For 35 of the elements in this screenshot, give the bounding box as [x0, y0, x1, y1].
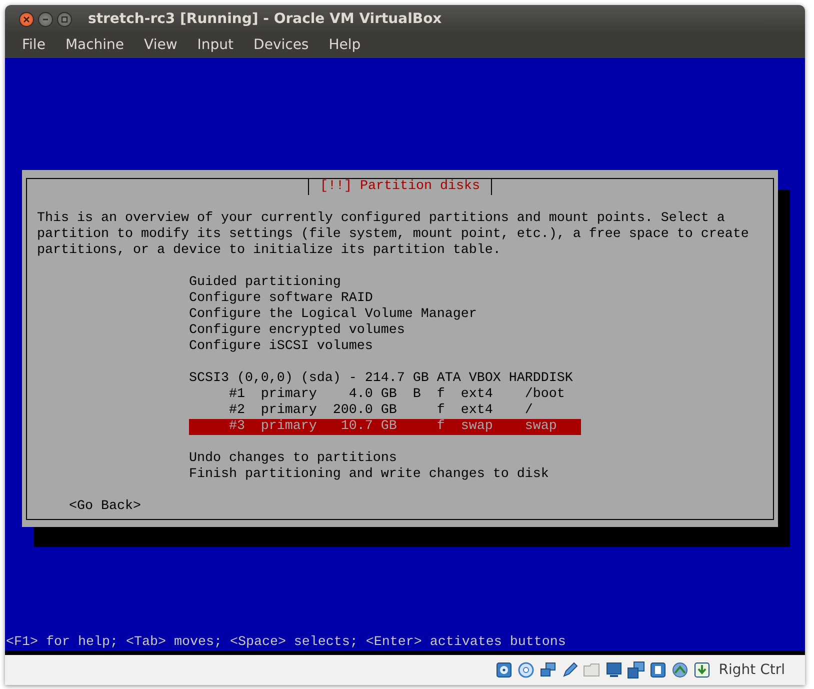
maximize-icon [61, 16, 68, 22]
window-title: stretch-rc3 [Running] - Oracle VM VirtualBox [88, 10, 442, 28]
menu-item[interactable]: Machine [60, 35, 132, 56]
disk-entry[interactable]: SCSI3 (0,0,0) (sda) - 214.7 GB ATA VBOX HARDDISK [188, 371, 581, 387]
globe-icon[interactable] [670, 661, 689, 679]
menu-option[interactable]: Configure the Logical Volume Manager [188, 307, 581, 323]
help-line: <F1> for help; <Tab> moves; <Space> selects; <Enter> activates buttons [5, 635, 567, 651]
menu-option[interactable]: Configure encrypted volumes [188, 323, 581, 339]
close-icon [23, 16, 30, 22]
host-key-label: Right Ctrl [718, 660, 785, 680]
dialog-title: [!!] Partition disks [308, 179, 492, 195]
menu-option[interactable]: Configure software RAID [188, 291, 581, 307]
menu-option[interactable]: Undo changes to partitions [188, 451, 581, 467]
minimize-button[interactable] [38, 12, 53, 26]
close-button[interactable] [19, 12, 34, 26]
dialog-description: This is an overview of your currently configured partitions and mount points. Select a partition to modify its settings (file system, mount point, etc.), a free space to create partitions, or a device to initialize its partition table. [37, 211, 750, 259]
menu-option[interactable]: Finish partitioning and write changes to disk [188, 467, 581, 483]
menu-item[interactable]: Input [192, 35, 241, 56]
menu-item[interactable]: Help [324, 35, 368, 56]
chip-icon[interactable] [648, 661, 667, 679]
network-icon[interactable] [538, 661, 557, 679]
go-back-button[interactable]: <Go Back> [68, 499, 141, 515]
menu-item[interactable]: File [17, 35, 52, 56]
monitor-icon[interactable] [604, 661, 623, 679]
partition-entry[interactable]: #1 primary 4.0 GB B f ext4 /boot [188, 387, 581, 403]
menu-item[interactable]: Devices [248, 35, 316, 56]
partition-entry[interactable]: #2 primary 200.0 GB f ext4 / [188, 403, 581, 419]
optical-disc-icon[interactable] [516, 661, 535, 679]
windows-icon[interactable] [626, 661, 645, 679]
menu-option[interactable]: Configure iSCSI volumes [188, 339, 581, 355]
download-icon[interactable] [692, 661, 711, 679]
menu-option[interactable]: Guided partitioning [188, 275, 581, 291]
pencil-icon[interactable] [560, 661, 579, 679]
menu-item[interactable]: View [139, 35, 184, 56]
maximize-button[interactable] [57, 12, 72, 26]
